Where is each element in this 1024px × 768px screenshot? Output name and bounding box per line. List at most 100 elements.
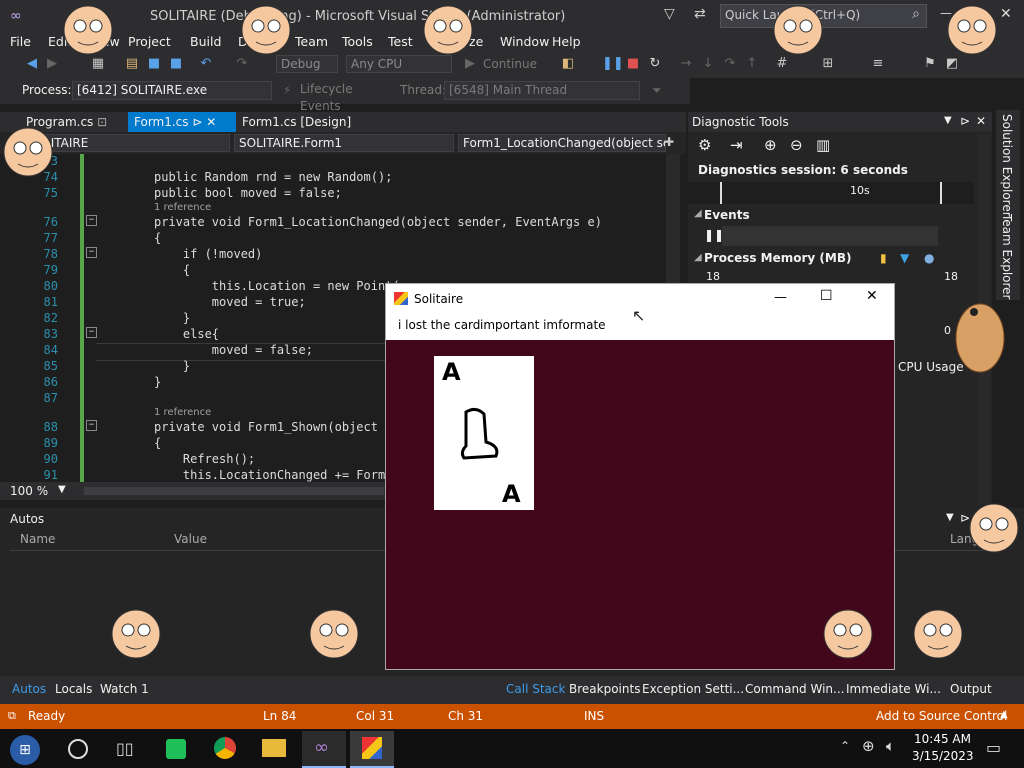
expand-icon[interactable]: ◢ [694, 252, 702, 263]
clock-time[interactable]: 10:45 AM [914, 732, 971, 746]
notification-center-icon[interactable]: ▭ [986, 738, 1001, 757]
class-select[interactable]: SOLITAIRE.Form1 [234, 134, 454, 152]
code-line[interactable]: private void Form1_Shown(object s [154, 420, 392, 434]
code-line[interactable]: else{ [154, 327, 219, 341]
pause-icon[interactable]: ❚❚ [602, 56, 624, 72]
settings-icon[interactable]: ⚙ [698, 136, 711, 154]
stop-icon[interactable]: ■ [625, 56, 641, 72]
split-icon[interactable]: ✚ [664, 135, 674, 149]
spotify-like-app-icon[interactable] [166, 739, 186, 759]
tab-call-stack[interactable]: Call Stack [506, 682, 565, 696]
back-icon[interactable]: ◀ [24, 56, 40, 72]
save-all-icon[interactable]: ■ [168, 56, 184, 72]
menu-project[interactable]: Project [128, 34, 171, 49]
horizontal-scrollbar[interactable] [84, 487, 384, 495]
tab-locals[interactable]: Locals [55, 682, 92, 696]
timeline-ruler[interactable]: 10s [688, 182, 974, 204]
step-into-icon[interactable]: ↓ [700, 56, 716, 72]
volume-icon[interactable]: 🔈︎ [886, 737, 895, 755]
menu-team[interactable]: Team [295, 34, 328, 49]
maximize-icon[interactable]: ☐ [820, 288, 833, 304]
visual-studio-taskbar-icon[interactable]: ∞ [302, 731, 346, 768]
code-line[interactable]: { [154, 231, 161, 245]
search-circle-icon[interactable] [68, 739, 88, 759]
pin-icon[interactable]: ⊡ [97, 115, 107, 129]
undo-icon[interactable]: ↶ [198, 56, 214, 72]
source-control-arrow-icon[interactable]: ▲ [1000, 709, 1008, 720]
close-icon[interactable]: ✕ [866, 288, 878, 304]
tab-form1-design[interactable]: Form1.cs [Design] ⊡ [236, 112, 366, 149]
code-line[interactable]: public Random rnd = new Random(); [154, 170, 392, 184]
solitaire-taskbar-icon[interactable] [350, 731, 394, 768]
dropdown-icon[interactable]: ▼ [946, 512, 954, 523]
close-tab-icon[interactable]: ✕ [206, 115, 216, 129]
lifecycle-events-select[interactable]: Lifecycle Events [296, 81, 396, 113]
menu-window[interactable]: Window [500, 34, 549, 49]
code-line[interactable]: moved = true; [154, 295, 306, 309]
solitaire-game-area[interactable]: A A [386, 340, 894, 669]
member-select[interactable]: Form1_LocationChanged(object sender, Eve… [458, 134, 666, 152]
open-file-icon[interactable]: ▤ [124, 56, 140, 72]
tab-output[interactable]: Output [950, 682, 992, 696]
network-icon[interactable]: ⊕ [862, 737, 875, 755]
code-line[interactable]: { [154, 436, 161, 450]
restart-icon[interactable]: ↻ [647, 56, 663, 72]
menu-tools[interactable]: Tools [342, 34, 373, 49]
column-name[interactable]: Name [20, 532, 55, 546]
process-select[interactable]: [6412] SOLITAIRE.exe [72, 81, 272, 100]
export-icon[interactable]: ⇥ [730, 136, 743, 154]
comment-icon[interactable]: ≡ [870, 56, 886, 72]
close-icon[interactable]: ✕ [1000, 6, 1012, 22]
playing-card[interactable]: A A [434, 356, 534, 510]
code-line[interactable]: this.Location = new Point( [154, 279, 400, 293]
codelens-reference[interactable]: 1 reference [154, 202, 211, 213]
start-button-icon[interactable]: ⊞ [10, 735, 40, 765]
tab-immediate-window[interactable]: Immediate Wi... [846, 682, 941, 696]
tab-exception-settings[interactable]: Exception Setti... [642, 682, 744, 696]
code-line[interactable]: private void Form1_LocationChanged(objec… [154, 215, 602, 229]
step-out-icon[interactable]: ↑ [744, 56, 760, 72]
step-over-icon[interactable]: ↷ [722, 56, 738, 72]
code-line[interactable]: Refresh(); [154, 452, 255, 466]
expand-icon[interactable]: ◢ [694, 208, 702, 219]
menu-i-lost-the-card[interactable]: i lost the card [398, 318, 480, 332]
code-line[interactable]: if (!moved) [154, 247, 262, 261]
solitaire-window[interactable]: Solitaire — ☐ ✕ ↖ i lost the card import… [385, 283, 895, 670]
menu-file[interactable]: File [10, 34, 31, 49]
code-line[interactable]: this.LocationChanged += Form1 [154, 468, 393, 482]
forward-icon[interactable]: ▶ [44, 56, 60, 72]
add-to-source-control-button[interactable]: Add to Source Control [876, 709, 1007, 723]
zoom-out-icon[interactable]: ⊖ [790, 136, 803, 154]
notifications-icon[interactable]: ▽ [664, 6, 675, 22]
file-explorer-icon[interactable] [262, 739, 286, 757]
code-line-current[interactable]: moved = false; [154, 343, 313, 357]
reset-view-icon[interactable]: ▥ [816, 136, 830, 154]
task-view-icon[interactable]: ▯▯ [116, 739, 134, 758]
collapse-icon[interactable]: − [86, 327, 97, 338]
continue-button[interactable]: Continue [483, 57, 537, 71]
code-line[interactable]: } [154, 359, 190, 373]
tab-form1-cs[interactable]: Form1.cs ⊳ ✕ [128, 112, 236, 132]
tab-command-window[interactable]: Command Win... [745, 682, 844, 696]
code-line[interactable]: { [154, 263, 190, 277]
bookmark-icon[interactable]: ⚑ [922, 56, 938, 72]
menu-test[interactable]: Test [388, 34, 413, 49]
menu-help[interactable]: Help [552, 34, 581, 49]
zoom-in-icon[interactable]: ⊕ [764, 136, 777, 154]
tab-watch[interactable]: Watch 1 [100, 682, 149, 696]
side-tab-team-explorer[interactable]: Team Explorer [1000, 214, 1014, 300]
minimize-icon[interactable]: — [774, 290, 787, 305]
pin-icon[interactable]: ⊳ [192, 115, 202, 129]
feedback-icon[interactable]: ⇄ [694, 6, 706, 22]
pin-icon[interactable]: ⊳ [960, 114, 970, 128]
menu-important-imformate[interactable]: important imformate [480, 318, 606, 332]
code-line[interactable]: } [154, 311, 190, 325]
code-line[interactable]: public bool moved = false; [154, 186, 342, 200]
thread-select[interactable]: [6548] Main Thread [444, 81, 640, 100]
column-value[interactable]: Value [174, 532, 207, 546]
zoom-dropdown-icon[interactable]: ▼ [58, 484, 66, 495]
side-tab-solution-explorer[interactable]: Solution Explorer [1000, 114, 1014, 217]
filter-icon[interactable]: ⏷ [652, 83, 662, 98]
save-icon[interactable]: ■ [146, 56, 162, 72]
code-line[interactable]: } [154, 375, 161, 389]
